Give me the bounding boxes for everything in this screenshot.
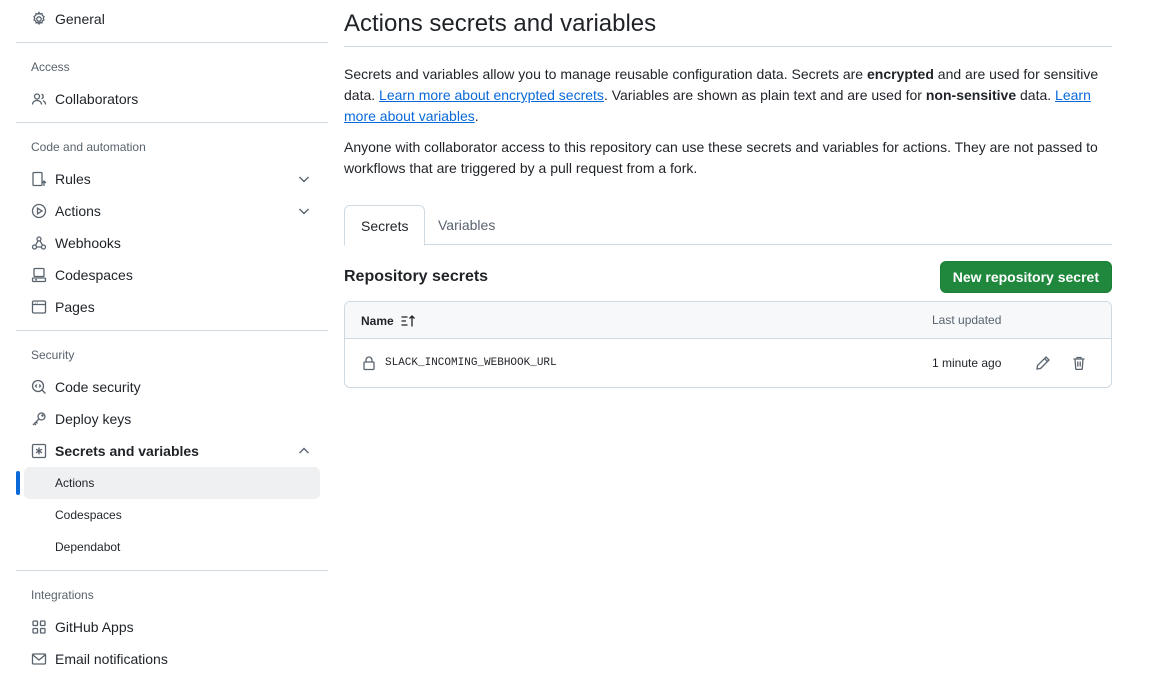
- repository-secrets-heading: Repository secrets: [344, 268, 489, 285]
- tab-secrets[interactable]: Secrets: [344, 205, 426, 246]
- trash-icon: [1073, 356, 1085, 371]
- delete-secret-button[interactable]: [1067, 351, 1091, 375]
- description-text: Secrets and variables allow you to manag…: [344, 66, 867, 82]
- sidebar-item-collaborators[interactable]: Collaborators: [16, 83, 328, 115]
- secrets-variables-tabs: Secrets Variables: [344, 205, 1112, 246]
- chevron-down-icon[interactable]: [296, 203, 312, 219]
- sidebar-section-integrations: Integrations: [31, 588, 94, 602]
- people-icon: [31, 91, 47, 107]
- codescan-icon: [31, 379, 47, 395]
- chevron-up-icon[interactable]: [296, 443, 312, 459]
- sidebar-item-email-notifications[interactable]: Email notifications: [16, 643, 328, 675]
- browser-icon: [31, 299, 47, 315]
- sidebar-item-github-apps[interactable]: GitHub Apps: [16, 611, 328, 643]
- table-row: SLACK_INCOMING_WEBHOOK_URL 1 minute ago: [345, 339, 1111, 387]
- table-header: Name Last updated: [345, 302, 1111, 339]
- sidebar-item-deploy-keys[interactable]: Deploy keys: [16, 403, 328, 435]
- sidebar-item-label: Webhooks: [55, 235, 121, 251]
- sidebar-divider: [16, 330, 328, 331]
- sidebar-item-label: Collaborators: [55, 91, 139, 107]
- mail-icon: [31, 651, 47, 667]
- sidebar-divider: [16, 570, 328, 571]
- sidebar-subitem-label: Actions: [55, 476, 95, 490]
- sidebar-item-codespaces[interactable]: Codespaces: [16, 259, 328, 291]
- sidebar-subitem-codespaces[interactable]: Codespaces: [24, 499, 320, 531]
- sidebar-item-general[interactable]: General: [16, 3, 328, 35]
- sidebar-divider: [16, 122, 328, 123]
- description-paragraph: Secrets and variables allow you to manag…: [344, 64, 1112, 127]
- sidebar-item-label: Pages: [55, 299, 95, 315]
- sidebar-divider: [16, 42, 328, 43]
- sidebar-item-label: Rules: [55, 171, 91, 187]
- sidebar-subitem-dependabot[interactable]: Dependabot: [24, 531, 320, 563]
- sidebar-item-pages[interactable]: Pages: [16, 291, 328, 323]
- description-text: data.: [1016, 87, 1056, 103]
- sidebar-subitem-label: Dependabot: [55, 540, 121, 554]
- sidebar-item-rules[interactable]: Rules: [16, 163, 328, 195]
- collaborator-note: Anyone with collaborator access to this …: [344, 139, 1098, 176]
- main-content: Actions secrets and variables Secrets an…: [344, 0, 1112, 388]
- webhook-icon: [31, 235, 47, 251]
- pencil-icon: [1036, 356, 1050, 370]
- sidebar-section-code-automation: Code and automation: [31, 140, 146, 154]
- codespaces-icon: [31, 267, 47, 283]
- new-repository-secret-button[interactable]: New repository secret: [939, 261, 1112, 293]
- gear-icon: [31, 11, 47, 27]
- sidebar-item-webhooks[interactable]: Webhooks: [16, 227, 328, 259]
- secret-name: SLACK_INCOMING_WEBHOOK_URL: [385, 357, 557, 369]
- secret-last-updated: 1 minute ago: [932, 356, 1002, 370]
- sidebar-section-access: Access: [31, 60, 70, 74]
- sidebar-item-label: Code security: [55, 379, 141, 395]
- chevron-down-icon[interactable]: [296, 171, 312, 187]
- sidebar-item-code-security[interactable]: Code security: [16, 371, 328, 403]
- asterisk-icon: [31, 443, 47, 459]
- column-header-name[interactable]: Name: [361, 313, 416, 329]
- sort-icon[interactable]: [400, 313, 416, 329]
- lock-icon: [363, 356, 375, 371]
- page-title: Actions secrets and variables: [344, 0, 1112, 47]
- column-header-label: Name: [361, 314, 394, 328]
- sidebar-item-label: Email notifications: [55, 651, 168, 667]
- sidebar-subitem-label: Codespaces: [55, 508, 122, 522]
- sidebar-item-label: Deploy keys: [55, 411, 132, 427]
- sidebar-item-label: Actions: [55, 203, 101, 219]
- key-icon: [31, 411, 47, 427]
- sidebar-section-security: Security: [31, 348, 75, 362]
- sidebar-item-label: Secrets and variables: [55, 443, 199, 459]
- description-emphasis: encrypted: [866, 66, 934, 82]
- play-icon: [31, 203, 47, 219]
- learn-more-secrets-link[interactable]: Learn more about encrypted secrets: [379, 87, 604, 103]
- description-text: . Variables are shown as plain text and …: [603, 87, 926, 103]
- secrets-table: Name Last updated SLACK_INCOMING_WEBHOOK…: [344, 301, 1112, 388]
- edit-secret-button[interactable]: [1031, 351, 1055, 375]
- tab-variables[interactable]: Variables: [422, 205, 511, 245]
- sidebar-item-secrets-and-variables[interactable]: Secrets and variables: [16, 435, 328, 467]
- column-header-last-updated: Last updated: [932, 313, 1002, 327]
- description-emphasis: non-sensitive: [925, 87, 1017, 103]
- apps-icon: [31, 619, 47, 635]
- sidebar-subitem-actions[interactable]: Actions: [16, 467, 320, 499]
- sidebar-item-actions[interactable]: Actions: [16, 195, 328, 227]
- sidebar-item-label: General: [55, 11, 105, 27]
- rules-icon: [31, 171, 47, 187]
- description-text: .: [474, 108, 479, 124]
- sidebar-item-label: GitHub Apps: [55, 619, 134, 635]
- sidebar-item-label: Codespaces: [55, 267, 133, 283]
